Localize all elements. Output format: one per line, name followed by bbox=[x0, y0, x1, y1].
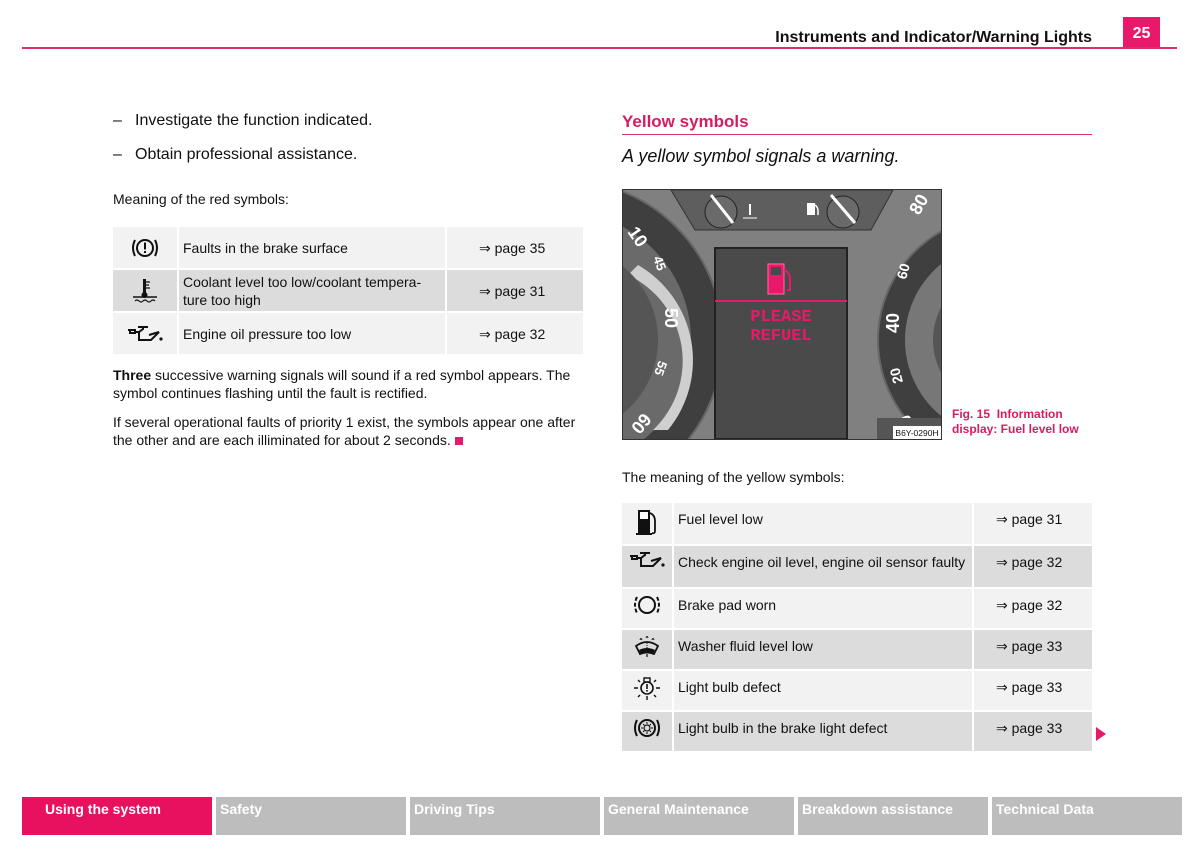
emphasis-text: Three bbox=[113, 367, 152, 383]
fuel-pump-icon bbox=[636, 510, 656, 535]
table-row: Brake pad worn ⇒ page 32 bbox=[622, 589, 1092, 628]
icon-cell bbox=[113, 227, 179, 268]
table-row: Washer fluid level low ⇒ page 33 bbox=[622, 630, 1092, 669]
nav-tab-driving-tips[interactable]: Driving Tips bbox=[410, 797, 600, 835]
icon-cell bbox=[622, 671, 674, 710]
table-row: Coolant level too low/coolant tempera-tu… bbox=[113, 270, 583, 311]
icon-cell bbox=[622, 503, 674, 544]
table-row: Light bulb defect ⇒ page 33 bbox=[622, 671, 1092, 710]
display-line-2: REFUEL bbox=[750, 327, 811, 346]
gauge-label: 40 bbox=[883, 313, 903, 333]
warning-paragraph: Three successive warning signals will so… bbox=[113, 366, 585, 402]
gauge-label: 50 bbox=[661, 308, 681, 328]
icon-cell bbox=[622, 630, 674, 669]
page-reference-link[interactable]: ⇒ page 33 bbox=[974, 671, 1092, 710]
oil-can-icon bbox=[630, 552, 665, 568]
coolant-icon bbox=[133, 278, 157, 303]
bullet-text: Obtain professional assistance. bbox=[135, 146, 358, 163]
symbol-description: Fuel level low bbox=[674, 503, 974, 544]
brake-warning-icon bbox=[132, 238, 158, 257]
symbol-description: Check engine oil level, engine oil senso… bbox=[674, 546, 974, 587]
bullet-item: – Investigate the function indicated. bbox=[113, 112, 373, 130]
section-title: Yellow symbols bbox=[622, 112, 749, 131]
page-reference-link[interactable]: ⇒ page 31 bbox=[447, 270, 583, 311]
display-line-1: PLEASE bbox=[750, 308, 811, 327]
page-reference-link[interactable]: ⇒ page 32 bbox=[974, 546, 1092, 587]
end-of-section-icon bbox=[454, 437, 463, 445]
symbol-description: Light bulb defect bbox=[674, 671, 974, 710]
chapter-navigation: Using the system Safety Driving Tips Gen… bbox=[22, 797, 1182, 835]
symbol-description: Coolant level too low/coolant tempera-tu… bbox=[179, 270, 447, 311]
symbol-description: Faults in the brake surface bbox=[179, 227, 447, 268]
bulb-defect-icon bbox=[634, 677, 660, 700]
icon-cell bbox=[113, 270, 179, 311]
section-divider bbox=[622, 134, 1092, 135]
figure-caption: Fig. 15 Information display: Fuel level … bbox=[952, 407, 1092, 437]
section-subtitle: A yellow symbol signals a warning. bbox=[622, 146, 900, 166]
page-reference-link[interactable]: ⇒ page 32 bbox=[447, 313, 583, 354]
page-number: 25 bbox=[1123, 17, 1160, 49]
bullet-text: Investigate the function indicated. bbox=[135, 112, 373, 129]
dash-bullet: – bbox=[113, 112, 122, 129]
icon-cell bbox=[113, 313, 179, 354]
brake-pad-icon bbox=[634, 596, 660, 614]
nav-tab-technical-data[interactable]: Technical Data bbox=[992, 797, 1182, 835]
paragraph-text: If several operational faults of priorit… bbox=[113, 414, 576, 448]
table-row: Engine oil pressure too low ⇒ page 32 bbox=[113, 313, 583, 354]
dash-bullet: – bbox=[113, 146, 122, 163]
table-row: Fuel level low ⇒ page 31 bbox=[622, 503, 1092, 544]
bullet-item: – Obtain professional assistance. bbox=[113, 146, 357, 164]
nav-tab-general-maintenance[interactable]: General Maintenance bbox=[604, 797, 794, 835]
next-page-arrow-icon[interactable] bbox=[1096, 727, 1106, 741]
red-symbols-intro: Meaning of the red symbols: bbox=[113, 191, 289, 207]
cluster-illustration: PLEASE REFUEL 10 45 50 55 60 80 60 40 20… bbox=[623, 190, 941, 439]
red-symbols-table: Faults in the brake surface ⇒ page 35 Co… bbox=[113, 225, 583, 356]
chapter-title: Instruments and Indicator/Warning Lights bbox=[775, 29, 1092, 46]
paragraph-text: successive warning signals will sound if… bbox=[113, 367, 571, 401]
page-reference-link[interactable]: ⇒ page 33 bbox=[974, 630, 1092, 669]
image-code: B6Y-0290H bbox=[895, 428, 938, 438]
icon-cell bbox=[622, 589, 674, 628]
page-reference-link[interactable]: ⇒ page 32 bbox=[974, 589, 1092, 628]
symbol-description: Engine oil pressure too low bbox=[179, 313, 447, 354]
nav-tab-breakdown-assistance[interactable]: Breakdown assistance bbox=[798, 797, 988, 835]
nav-tab-using-the-system[interactable]: Using the system bbox=[22, 797, 212, 835]
symbol-description: Brake pad worn bbox=[674, 589, 974, 628]
page-reference-link[interactable]: ⇒ page 35 bbox=[447, 227, 583, 268]
yellow-symbols-table: Fuel level low ⇒ page 31 Check engine oi… bbox=[622, 501, 1092, 753]
nav-tab-safety[interactable]: Safety bbox=[216, 797, 406, 835]
icon-cell bbox=[622, 546, 674, 587]
table-row: Light bulb in the brake light defect ⇒ p… bbox=[622, 712, 1092, 751]
table-row: Check engine oil level, engine oil senso… bbox=[622, 546, 1092, 587]
instrument-cluster-figure: PLEASE REFUEL 10 45 50 55 60 80 60 40 20… bbox=[622, 189, 942, 440]
symbol-description: Light bulb in the brake light defect bbox=[674, 712, 974, 751]
yellow-symbols-intro: The meaning of the yellow symbols: bbox=[622, 469, 845, 485]
brake-light-icon bbox=[634, 719, 660, 737]
priority-paragraph: If several operational faults of priorit… bbox=[113, 413, 585, 449]
symbol-description: Washer fluid level low bbox=[674, 630, 974, 669]
oil-can-icon bbox=[128, 325, 163, 341]
icon-cell bbox=[622, 712, 674, 751]
table-row: Faults in the brake surface ⇒ page 35 bbox=[113, 227, 583, 268]
page-reference-link[interactable]: ⇒ page 31 bbox=[974, 503, 1092, 544]
washer-fluid-icon bbox=[634, 636, 660, 657]
page-reference-link[interactable]: ⇒ page 33 bbox=[974, 712, 1092, 751]
caption-number: Fig. 15 bbox=[952, 407, 991, 421]
header-divider bbox=[22, 47, 1177, 49]
